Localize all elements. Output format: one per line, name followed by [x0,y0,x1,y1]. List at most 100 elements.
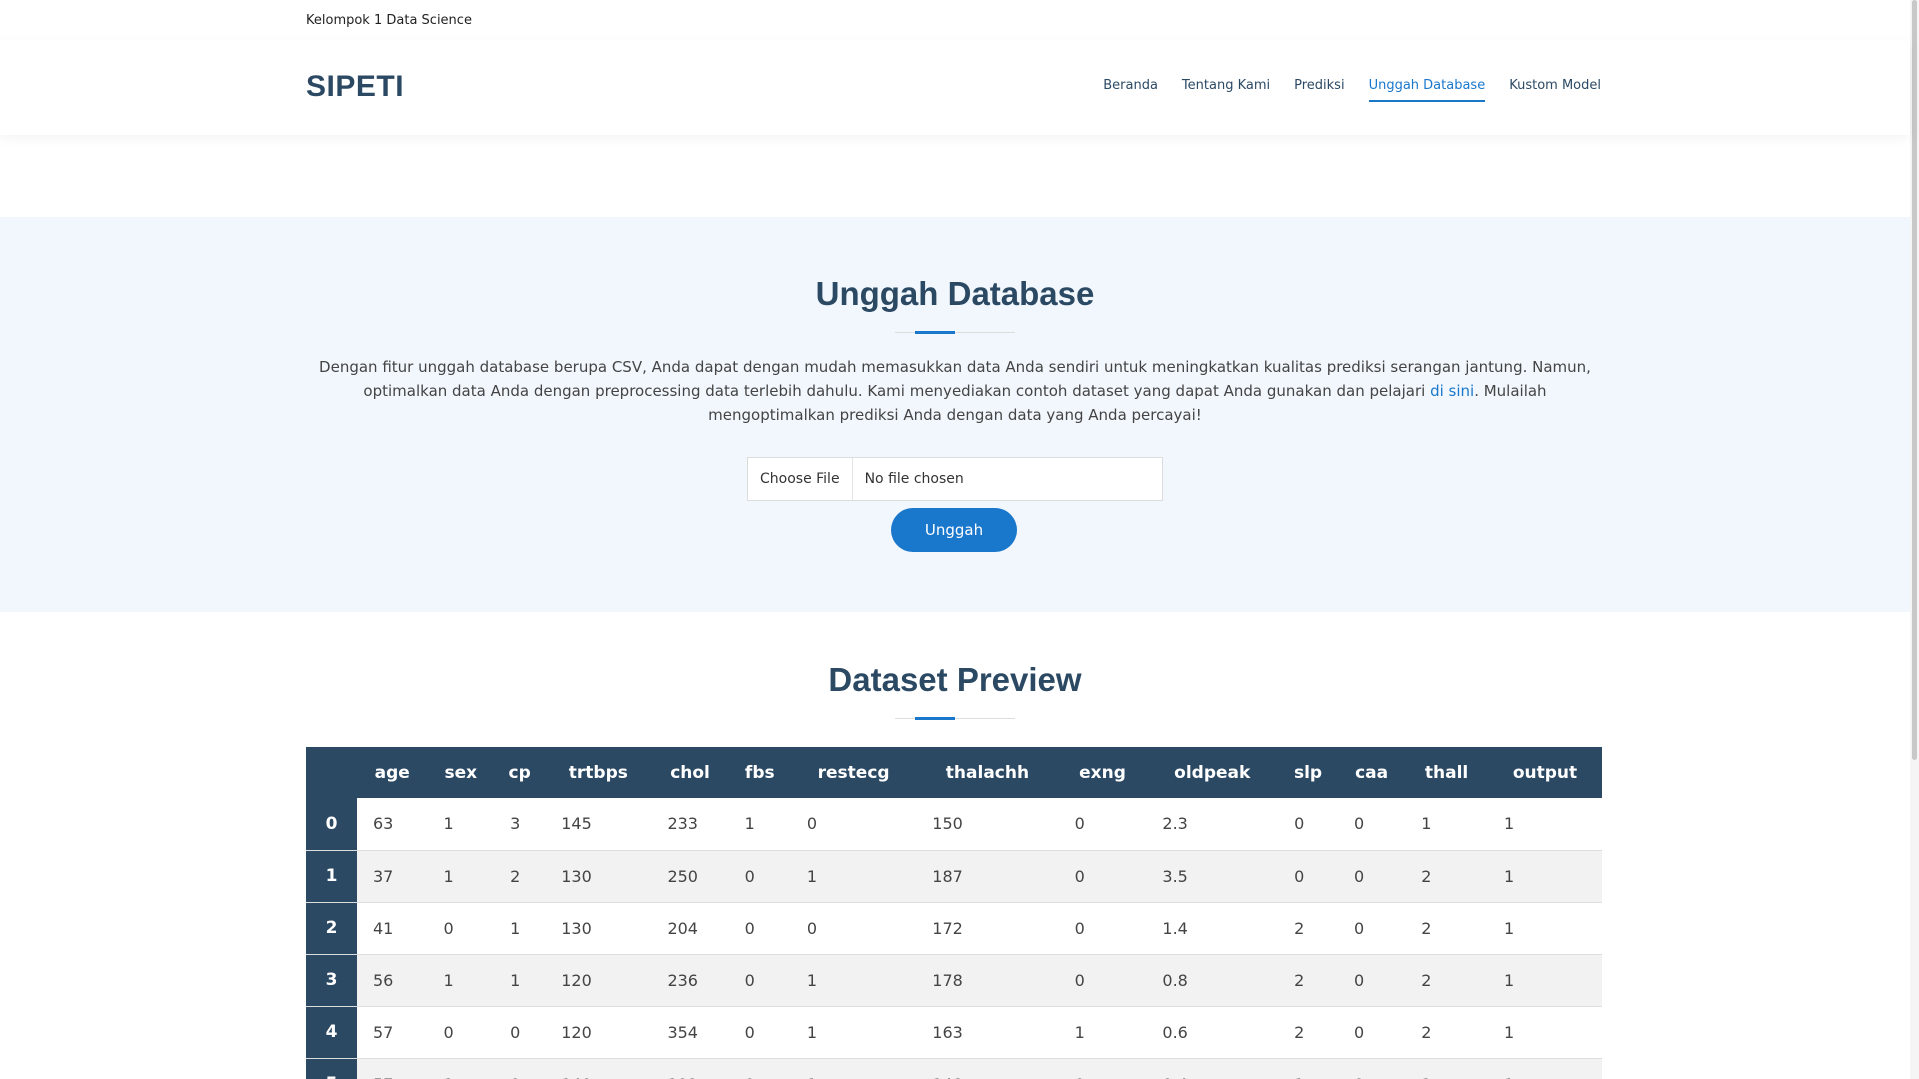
table-cell: 1 [443,970,454,990]
nav-item-beranda[interactable]: Beranda [1103,78,1158,102]
table-cell: 0.8 [1162,970,1188,990]
table-cell: 1 [1503,1022,1515,1042]
table-cell: 233 [667,814,698,834]
row-index: 2 [306,902,357,954]
table-cell: 1 [806,1022,818,1042]
table-cell: 2 [1294,970,1305,990]
table-cell: 0 [1074,970,1085,990]
table-cell: 56 [373,970,394,990]
table-cell: 0 [1354,918,1365,938]
table-cell: 192 [651,1058,728,1079]
table-row: 2 41 0 1 130 204 0 0 172 0 1.4 2 0 2 1 [306,902,1602,954]
top-bar: Kelompok 1 Data Science [0,0,1910,40]
table-cell: 2 [1421,1022,1432,1042]
table-cell: 0 [494,1058,545,1079]
table-cell: 178 [932,970,963,990]
page-scrollbar[interactable] [1910,0,1919,1079]
table-cell: 63 [373,814,394,834]
table-cell: 0 [1354,1022,1365,1042]
column-header: output [1512,762,1578,783]
table-row: 0 63 1 3 145 233 1 0 150 0 2.3 0 0 1 1 [306,798,1602,850]
dataset-link[interactable]: di sini [1430,382,1474,400]
table-cell: 1 [510,970,521,990]
upload-description: Dengan fitur unggah database berupa CSV,… [306,355,1604,427]
table-cell: 250 [667,866,698,886]
table-cell: 1 [1278,1058,1338,1079]
table-body: 0 63 1 3 145 233 1 0 150 0 2.3 0 0 1 1 1 37 1 2 130 250 0 1 187… [306,798,1602,1079]
table-cell: 0 [1059,1058,1147,1079]
table-cell: 148 [916,1058,1058,1079]
table-cell: 0 [744,866,755,886]
table-cell: 2 [1421,866,1432,886]
table-cell: 1 [1503,918,1515,938]
table-row: 1 37 1 2 130 250 0 1 187 0 3.5 0 0 2 1 [306,850,1602,902]
upload-section: Unggah Database Dengan fitur unggah data… [0,217,1910,612]
upload-title: Unggah Database [815,275,1095,312]
column-header: cp [508,762,531,783]
scrollbar-thumb[interactable] [1912,0,1917,760]
row-index: 0 [306,798,357,850]
file-status: No file chosen [864,471,964,487]
table-cell: 163 [932,1022,963,1042]
table-cell: 1 [427,1058,494,1079]
table-cell: 1 [1421,814,1432,834]
preview-title: Dataset Preview [828,661,1082,698]
table-cell: 0 [806,814,818,834]
column-header: oldpeak [1174,762,1251,783]
nav-item-kustom-model[interactable]: Kustom Model [1509,78,1601,102]
table-cell: 1 [1503,970,1515,990]
table-cell: 0 [744,1022,755,1042]
table-cell: 0 [744,918,755,938]
table-cell: 2 [1421,918,1432,938]
table-cell: 1.4 [1162,918,1188,938]
table-cell: 0 [806,918,818,938]
table-cell: 1 [443,814,454,834]
upload-button[interactable]: Unggah [891,508,1017,552]
table-cell: 37 [373,866,394,886]
column-header: exng [1079,762,1126,783]
table-cell: 120 [561,1022,592,1042]
choose-file-button[interactable]: Choose File [748,458,853,500]
preview-title-divider [895,717,1015,720]
title-divider [895,331,1015,334]
table-cell: 1 [1405,1058,1488,1079]
column-header: fbs [744,762,775,783]
table-cell: 0 [1354,970,1365,990]
column-header: trtbps [568,762,628,783]
column-header: thalachh [945,762,1030,783]
table-cell: 0 [1294,866,1305,886]
top-bar-text: Kelompok 1 Data Science [306,13,472,28]
file-input[interactable]: Choose File No file chosen [747,457,1163,501]
nav-item-prediksi[interactable]: Prediksi [1294,78,1344,102]
table-cell: 130 [561,866,592,886]
table-cell: 236 [667,970,698,990]
table-cell: 0 [1074,814,1085,834]
table-cell: 172 [932,918,963,938]
nav-item-tentang-kami[interactable]: Tentang Kami [1182,78,1270,102]
table-cell: 204 [667,918,698,938]
table-cell: 0 [443,1022,454,1042]
row-index: 5 [306,1058,357,1079]
table-cell: 3 [510,814,521,834]
column-header: restecg [817,762,890,783]
site-logo[interactable]: SIPETI [306,70,404,104]
row-index: 1 [306,850,357,902]
table-cell: 1 [1074,1022,1085,1042]
table-cell: 0.4 [1146,1058,1278,1079]
column-header: slp [1293,762,1323,783]
table-cell: 140 [545,1058,651,1079]
dataset-table-wrap: age sex cp trtbps chol fbs restecg thala… [306,747,1602,1079]
nav-item-unggah-database[interactable]: Unggah Database [1368,78,1486,102]
table-cell: 1 [791,1058,916,1079]
row-index: 4 [306,1006,357,1058]
table-row: 4 57 0 0 120 354 0 1 163 1 0.6 2 0 2 1 [306,1006,1602,1058]
table-cell: 0 [1338,1058,1405,1079]
table-cell: 57 [373,1022,394,1042]
table-cell: 3.5 [1162,866,1188,886]
column-header: age [374,762,410,783]
table-cell: 0 [1074,918,1085,938]
table-cell: 1 [443,866,454,886]
table-cell: 354 [667,1022,698,1042]
desc-text-1: Dengan fitur unggah database berupa CSV,… [319,358,1591,400]
table-cell: 187 [932,866,963,886]
